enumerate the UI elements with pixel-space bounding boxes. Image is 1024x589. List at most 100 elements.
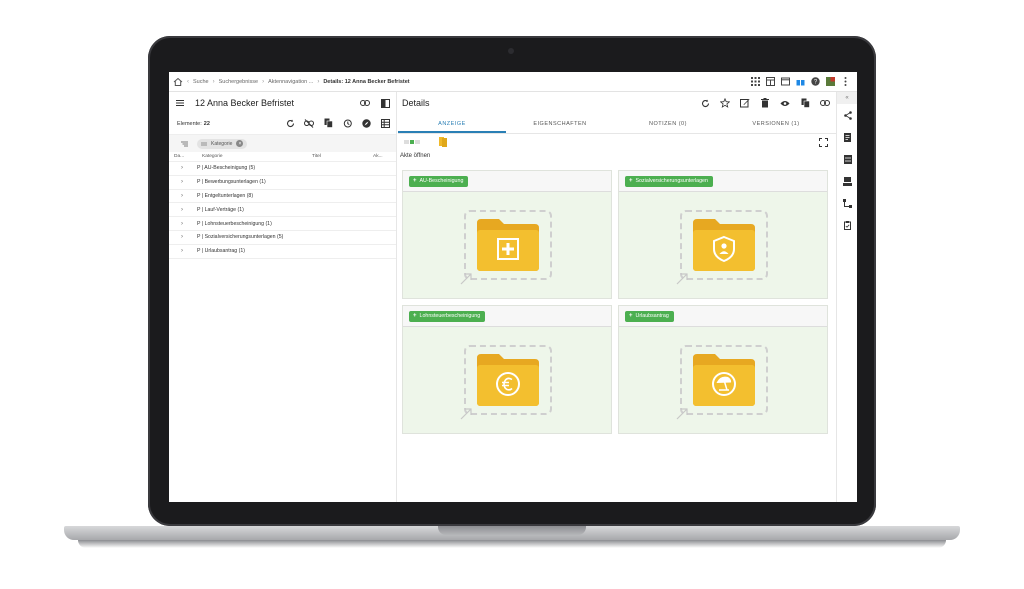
split-view-icon[interactable] (380, 98, 390, 108)
compass-icon[interactable] (361, 118, 371, 128)
breadcrumb-item[interactable]: Aktennavigation ... (268, 79, 313, 85)
card-header: + AU-Bescheinigung (403, 171, 611, 192)
button-label: AU-Bescheinigung (419, 178, 464, 184)
refresh-icon[interactable] (285, 118, 295, 128)
chevron-right-icon[interactable]: › (181, 193, 191, 199)
delete-icon[interactable] (760, 98, 770, 108)
table-view-icon[interactable] (380, 118, 390, 128)
link-icon[interactable] (820, 98, 830, 108)
apps-grid-icon[interactable] (750, 76, 761, 87)
card-body[interactable] (403, 192, 611, 298)
table-row[interactable]: › P | Lohnsteuerbescheinigung (1) (169, 217, 396, 231)
menu-icon[interactable] (175, 98, 185, 108)
folder-card[interactable]: + Lohnsteuerbescheinigung (402, 305, 612, 434)
crumb-separator: › (212, 78, 215, 85)
chevron-right-icon[interactable]: › (181, 207, 191, 213)
eye-icon[interactable] (780, 98, 790, 108)
copy-icon[interactable] (323, 118, 333, 128)
card-body[interactable] (619, 327, 827, 433)
row-label: P | Bewerbungsunterlagen (1) (197, 179, 266, 186)
chevron-right-icon[interactable]: › (181, 179, 191, 185)
chevron-right-icon[interactable]: › (181, 248, 191, 254)
shield-person-icon (693, 219, 755, 271)
left-panel: 12 Anna Becker Befristet Elemente: 22 Ka… (169, 92, 397, 502)
tab-eigenschaften[interactable]: EIGENSCHAFTEN (506, 114, 614, 133)
column-header[interactable]: Titel (312, 154, 321, 159)
document-icon[interactable] (837, 126, 857, 148)
add-urlaubsantrag-button[interactable]: + Urlaubsantrag (625, 310, 674, 322)
crumb-separator: ‹ (187, 78, 189, 85)
add-sozialversicherungsunterlagen-button[interactable]: + Sozialversicherungsunterlagen (625, 175, 713, 187)
filter-chip-kategorie[interactable]: Kategorie × (197, 138, 248, 149)
arrow-icon (460, 408, 472, 420)
medical-cross-icon (477, 219, 539, 271)
column-header[interactable]: Ak... (373, 154, 383, 159)
plus-icon: + (413, 178, 417, 184)
breadcrumb-item[interactable]: Suche (193, 79, 209, 85)
left-toolbar: Elemente: 22 (169, 114, 396, 134)
database-icon[interactable] (837, 148, 857, 170)
help-icon[interactable]: ? (810, 76, 821, 87)
folder-card[interactable]: + AU-Bescheinigung (402, 170, 612, 299)
refresh-icon[interactable] (700, 98, 710, 108)
chip-label: Kategorie (211, 140, 233, 147)
card-header: + Sozialversicherungsunterlagen (619, 171, 827, 192)
row-label: P | Sozialversicherungsunterlagen (5) (197, 234, 284, 241)
gift-icon[interactable] (795, 76, 806, 87)
more-vert-icon[interactable] (840, 76, 851, 87)
table-row[interactable]: › P | Entgeltunterlagen (8) (169, 190, 396, 204)
tab-notizen[interactable]: NOTIZEN (0) (614, 114, 722, 133)
layout-icon[interactable] (765, 76, 776, 87)
workflow-icon[interactable] (837, 192, 857, 214)
chevron-right-icon[interactable]: › (181, 221, 191, 227)
table-row[interactable]: › P | Bewerbungsunterlagen (1) (169, 176, 396, 190)
archive-icon[interactable] (837, 170, 857, 192)
card-body[interactable] (619, 192, 827, 298)
table-row[interactable]: › P | Lauf-Verträge (1) (169, 203, 396, 218)
stage: ‹ Suche › Suchergebnisse › Aktennavigati… (0, 0, 1024, 589)
laptop-shadow (78, 540, 946, 548)
folder-card[interactable]: + Urlaubsantrag (618, 305, 828, 434)
table-row[interactable]: › P | Sozialversicherungsunterlagen (5) (169, 231, 396, 245)
table-row[interactable]: › P | Urlaubsantrag (1) (169, 245, 396, 259)
link-icon[interactable] (360, 98, 370, 108)
home-icon[interactable] (173, 77, 183, 87)
collapse-rail-icon[interactable]: « (837, 92, 857, 104)
elements-label: Elemente: (177, 121, 202, 127)
column-header[interactable]: Kategorie (202, 154, 223, 159)
card-body[interactable] (403, 327, 611, 433)
avatar[interactable] (825, 76, 836, 87)
fullscreen-icon[interactable] (818, 137, 828, 147)
add-lohnsteuerbescheinigung-button[interactable]: + Lohnsteuerbescheinigung (409, 310, 486, 322)
copy-icon[interactable] (800, 98, 810, 108)
breadcrumb-item[interactable]: Suchergebnisse (219, 79, 258, 85)
plus-icon: + (413, 313, 417, 319)
drag-handle-icon (201, 142, 207, 145)
button-label: Urlaubsantrag (635, 313, 669, 319)
tab-versionen[interactable]: VERSIONEN (1) (722, 114, 830, 133)
right-rail: « (836, 92, 857, 502)
record-title: 12 Anna Becker Befristet (195, 98, 295, 108)
column-header[interactable]: Da... (174, 154, 184, 159)
elements-count: 22 (203, 121, 210, 127)
table-header: Da... Kategorie Titel Ak... (169, 152, 396, 162)
table-row[interactable]: › P | AU-Bescheinigung (5) (169, 162, 396, 176)
chevron-right-icon[interactable]: › (181, 165, 191, 171)
screen: ‹ Suche › Suchergebnisse › Aktennavigati… (169, 72, 857, 502)
edit-icon[interactable] (740, 98, 750, 108)
left-header-icons (360, 98, 390, 108)
folder-card[interactable]: + Sozialversicherungsunterlagen (618, 170, 828, 299)
history-icon[interactable] (342, 118, 352, 128)
share-icon[interactable] (837, 104, 857, 126)
tab-anzeige[interactable]: ANZEIGE (398, 114, 506, 133)
clipboard-icon[interactable] (837, 214, 857, 236)
star-icon[interactable] (720, 98, 730, 108)
window-icon[interactable] (780, 76, 791, 87)
add-au-bescheinigung-button[interactable]: + AU-Bescheinigung (409, 175, 469, 187)
chevron-right-icon[interactable]: › (181, 234, 191, 240)
view-toggle[interactable] (404, 140, 421, 144)
folder-tree-icon[interactable] (438, 137, 448, 147)
chip-remove-icon[interactable]: × (236, 140, 244, 147)
group-icon[interactable] (179, 139, 189, 149)
unlink-icon[interactable] (304, 118, 314, 128)
